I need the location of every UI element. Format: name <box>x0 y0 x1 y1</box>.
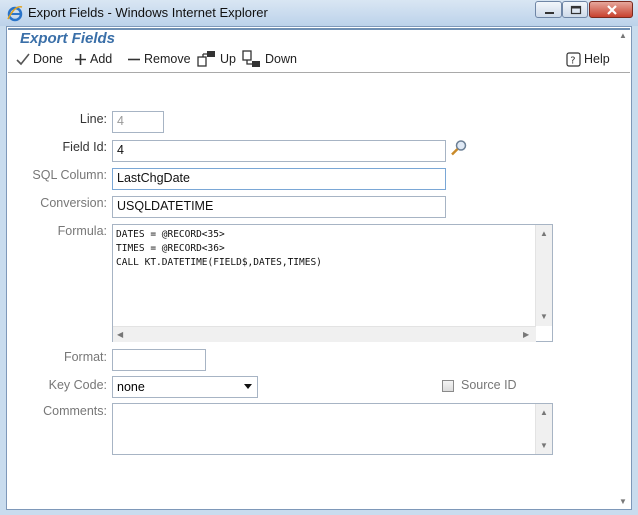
formula-label: Formula: <box>57 224 107 238</box>
add-label: Add <box>90 52 113 66</box>
page-scroll-up-arrow-icon[interactable]: ▲ <box>619 32 627 40</box>
move-down-button[interactable]: Down <box>242 48 297 70</box>
formula-vertical-scrollbar[interactable]: ▲ ▼ <box>535 225 552 326</box>
help-button[interactable]: ? Help <box>566 48 610 70</box>
source-id-label: Source ID <box>461 378 517 392</box>
remove-label: Remove <box>144 52 191 66</box>
comments-vertical-scrollbar[interactable]: ▲ ▼ <box>535 404 552 454</box>
done-label: Done <box>33 52 63 66</box>
plus-icon <box>75 53 86 65</box>
format-input[interactable] <box>112 349 206 371</box>
line-field[interactable]: 4 <box>112 111 164 133</box>
conversion-label: Conversion: <box>40 196 107 210</box>
add-button[interactable]: Add <box>74 48 112 70</box>
formula-text: DATES = @RECORD<35> TIMES = @RECORD<36> … <box>116 229 322 268</box>
maximize-icon <box>570 5 582 15</box>
format-label: Format: <box>63 350 107 364</box>
page-scroll-down-arrow-icon[interactable]: ▼ <box>619 498 627 506</box>
down-label: Down <box>265 52 297 66</box>
scroll-left-arrow-icon[interactable]: ◀ <box>117 331 123 339</box>
line-label: Line: <box>79 112 107 126</box>
internet-explorer-icon <box>7 5 23 22</box>
scroll-up-arrow-icon[interactable]: ▲ <box>540 230 548 238</box>
key-code-label: Key Code: <box>48 378 107 392</box>
window-titlebar: Export Fields - Windows Internet Explore… <box>0 0 638 26</box>
window-title: Export Fields - Windows Internet Explore… <box>28 5 268 20</box>
scroll-right-arrow-icon[interactable]: ▶ <box>523 331 529 339</box>
svg-text:?: ? <box>570 55 575 66</box>
comments-scroll-down-arrow-icon[interactable]: ▼ <box>540 442 548 450</box>
help-icon: ? <box>566 51 581 67</box>
page-title: Export Fields <box>20 30 116 47</box>
done-button[interactable]: Done <box>16 48 63 70</box>
scroll-down-arrow-icon[interactable]: ▼ <box>540 313 548 321</box>
minimize-button[interactable] <box>535 1 562 18</box>
formula-textarea[interactable]: DATES = @RECORD<35> TIMES = @RECORD<36> … <box>112 224 553 342</box>
key-code-select[interactable]: none <box>112 376 258 398</box>
source-id-checkbox[interactable] <box>442 380 454 392</box>
close-window-button[interactable] <box>589 1 633 18</box>
move-up-icon <box>197 51 215 67</box>
move-down-icon <box>242 50 260 67</box>
key-code-value: none <box>117 380 145 394</box>
conversion-input[interactable]: USQLDATETIME <box>112 196 446 218</box>
sql-column-label: SQL Column: <box>32 168 107 182</box>
comments-scroll-up-arrow-icon[interactable]: ▲ <box>540 409 548 417</box>
search-icon[interactable] <box>450 139 468 157</box>
comments-textarea[interactable]: ▲ ▼ <box>112 403 553 455</box>
field-id-label: Field Id: <box>62 140 107 154</box>
chevron-down-icon <box>244 384 252 389</box>
remove-button[interactable]: Remove <box>127 48 191 70</box>
toolbar: Done Add Remove Up Down ? Help <box>8 48 628 72</box>
up-label: Up <box>220 52 236 66</box>
minus-icon <box>128 58 140 60</box>
sql-column-input[interactable]: LastChgDate <box>112 168 446 190</box>
close-icon <box>607 5 617 15</box>
help-label: Help <box>584 52 610 66</box>
maximize-button[interactable] <box>562 1 588 18</box>
toolbar-divider <box>8 72 630 73</box>
move-up-button[interactable]: Up <box>197 48 236 70</box>
minimize-icon <box>545 12 554 14</box>
formula-horizontal-scrollbar[interactable]: ◀ ▶ <box>113 326 536 342</box>
field-id-input[interactable]: 4 <box>112 140 446 162</box>
checkmark-icon <box>16 53 30 66</box>
comments-label: Comments: <box>43 404 107 418</box>
